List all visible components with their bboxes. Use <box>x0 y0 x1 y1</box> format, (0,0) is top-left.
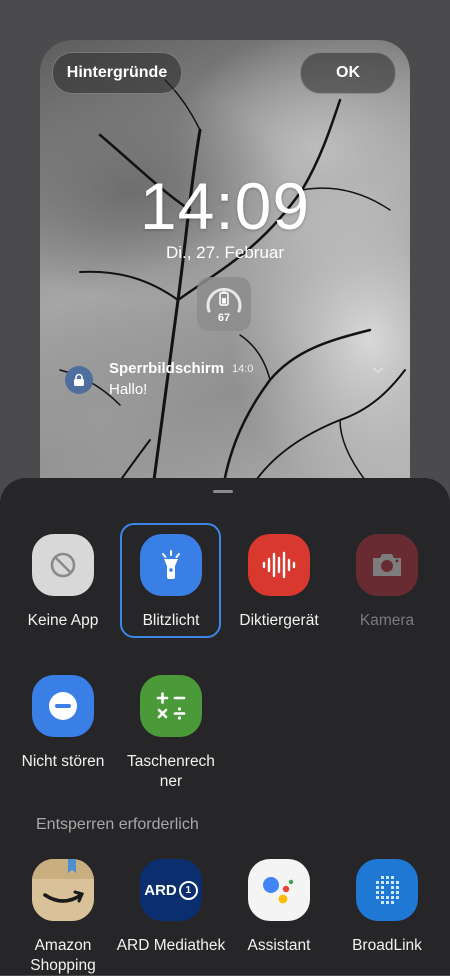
notification-text: Hallo! <box>109 381 148 398</box>
notification-app-name: Sperrbildschirm <box>109 360 225 377</box>
app-label: Kamera <box>359 612 415 629</box>
app-option-taschenrechner[interactable]: Taschenrechner <box>116 675 226 792</box>
battery-widget: 67 <box>197 277 251 331</box>
unlock-required-heading: Entsperren erforderlich <box>36 816 199 833</box>
app-label: Taschenrechner <box>127 753 215 790</box>
ard-one-icon: 1 <box>178 880 198 900</box>
broadlink-icon <box>356 859 418 921</box>
notification-time: 14:0 <box>232 363 254 375</box>
app-option-kamera: Kamera <box>332 534 442 631</box>
app-label: Blitzlicht <box>142 612 200 629</box>
voice-recorder-icon <box>248 534 310 596</box>
lockscreen-clock: 14:09 <box>139 169 311 243</box>
sheet-drag-handle[interactable] <box>213 490 233 493</box>
lockscreen-notification-icon <box>65 366 93 394</box>
app-label: BroadLink <box>352 937 422 954</box>
app-option-assistant[interactable]: Assistant <box>224 859 334 956</box>
lockscreen-date: Di., 27. Februar <box>165 243 285 262</box>
assistant-icon <box>248 859 310 921</box>
do-not-disturb-icon <box>32 675 94 737</box>
app-option-keine-app[interactable]: Keine App <box>8 534 118 631</box>
app-label: Diktiergerät <box>239 612 319 629</box>
wallpaper-branches <box>59 79 406 510</box>
app-option-diktiergeraet[interactable]: Diktiergerät <box>224 534 334 631</box>
app-label: Keine App <box>27 612 99 629</box>
app-option-ard-mediathek[interactable]: ARD 1 ARD Mediathek <box>116 859 226 956</box>
app-label: Amazon Shopping <box>30 937 96 974</box>
ard-logo-text: ARD <box>144 881 177 899</box>
calculator-icon <box>140 675 202 737</box>
app-label: Assistant <box>247 937 311 954</box>
block-icon <box>32 534 94 596</box>
app-option-blitzlicht[interactable]: Blitzlicht <box>116 534 226 631</box>
chevron-down-icon[interactable] <box>371 365 385 375</box>
amazon-icon <box>32 859 94 921</box>
app-label: ARD Mediathek <box>116 937 226 954</box>
flashlight-icon <box>140 534 202 596</box>
app-option-nicht-stoeren[interactable]: Nicht stören <box>8 675 118 772</box>
app-option-amazon-shopping[interactable]: Amazon Shopping <box>8 859 118 976</box>
camera-icon <box>356 534 418 596</box>
ok-button[interactable]: OK <box>300 52 396 94</box>
battery-percent: 67 <box>217 312 231 324</box>
app-picker-sheet: Keine App Blitzlicht Diktiergerät Kamera… <box>0 478 450 975</box>
lockscreen-preview: Hintergründe OK 14:09 Di., 27. Februar 6… <box>40 40 410 510</box>
wallpapers-button[interactable]: Hintergründe <box>52 52 182 94</box>
app-label: Nicht stören <box>21 753 105 770</box>
ard-icon: ARD 1 <box>140 859 202 921</box>
app-option-broadlink[interactable]: BroadLink <box>332 859 442 956</box>
